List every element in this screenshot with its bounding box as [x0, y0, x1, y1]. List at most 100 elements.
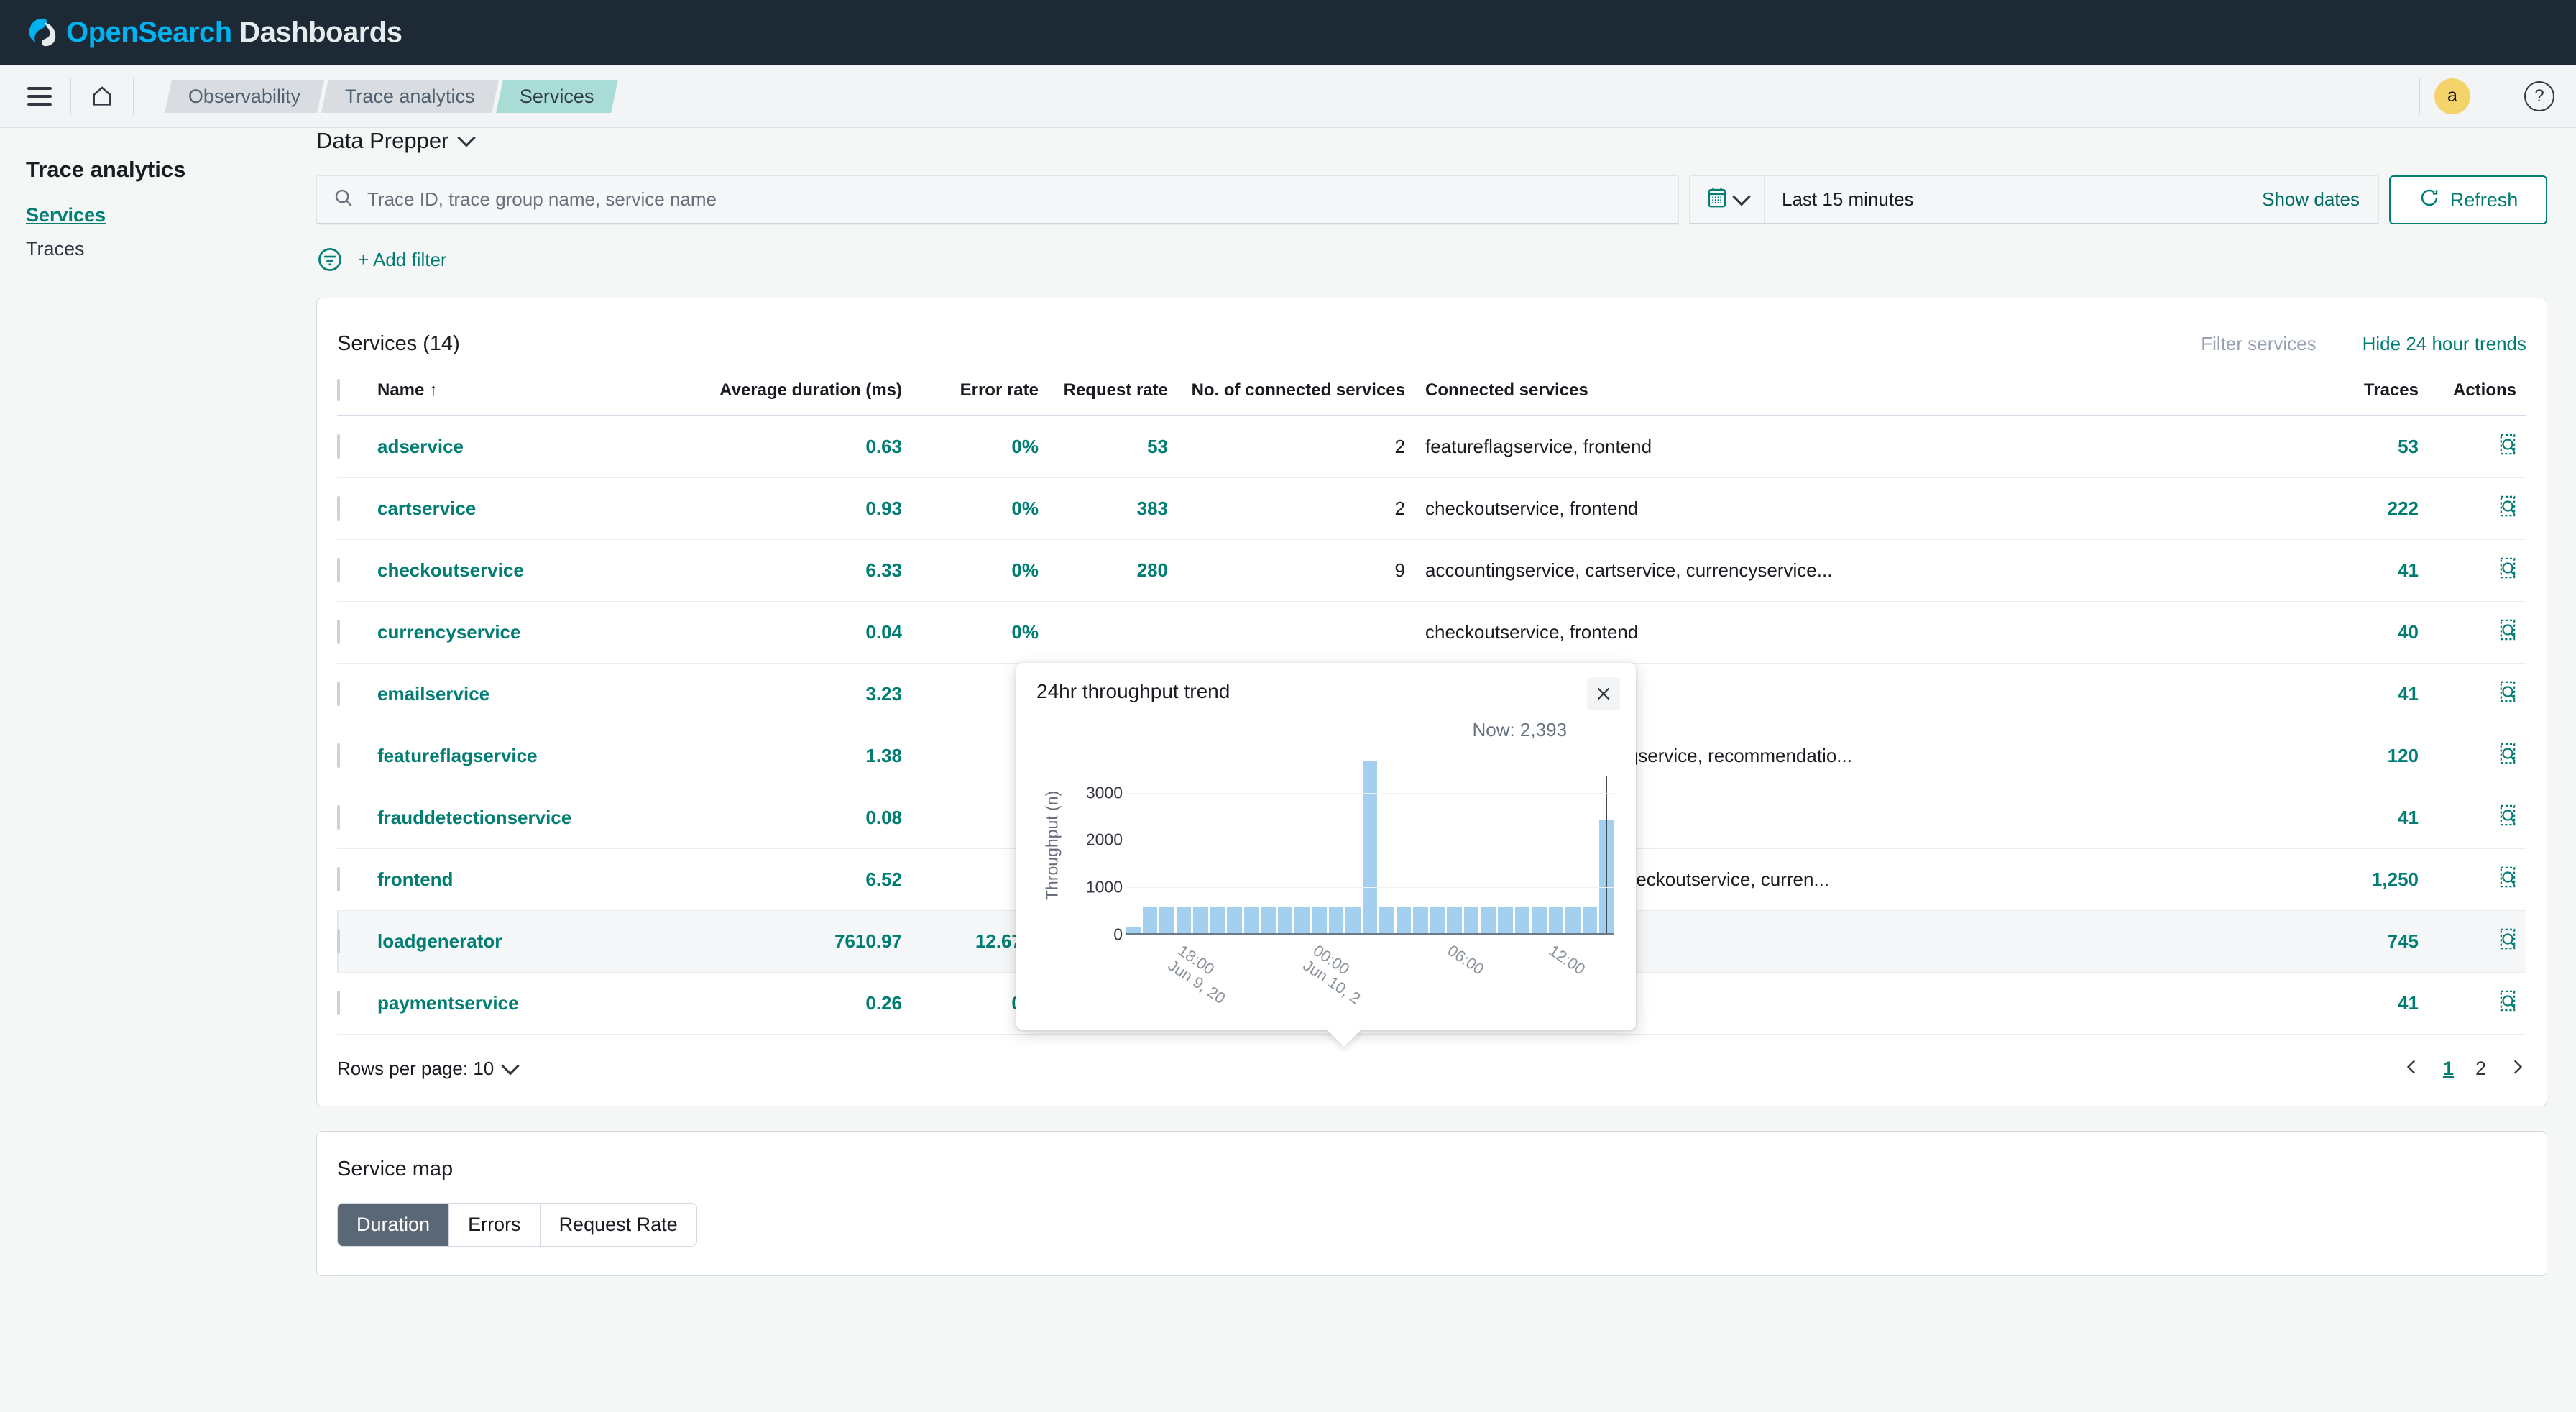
cell-average-duration: 3.23 [686, 663, 902, 725]
inspect-traces-icon[interactable] [2496, 432, 2519, 462]
service-link[interactable]: featureflagservice [377, 745, 538, 766]
row-checkbox[interactable] [337, 867, 340, 891]
column-header-request-rate[interactable]: Request rate [1039, 367, 1168, 416]
row-select-cell [337, 477, 377, 540]
chart-bar [1481, 907, 1496, 933]
refresh-button[interactable]: Refresh [2389, 175, 2547, 224]
service-link[interactable]: loadgenerator [377, 930, 502, 952]
cell-average-duration: 6.52 [686, 848, 902, 911]
page-button-2[interactable]: 2 [2475, 1058, 2486, 1080]
inspect-traces-icon[interactable] [2496, 618, 2519, 647]
row-checkbox[interactable] [337, 682, 340, 706]
row-checkbox[interactable] [337, 805, 340, 830]
column-header-name[interactable]: Name ↑ [377, 367, 686, 416]
chart-bar [1532, 907, 1547, 933]
page-button-1[interactable]: 1 [2443, 1058, 2454, 1080]
inspect-traces-icon[interactable] [2496, 989, 2519, 1018]
inspect-traces-icon[interactable] [2496, 556, 2519, 585]
service-link[interactable]: checkoutservice [377, 559, 524, 581]
select-all-checkbox[interactable] [337, 379, 340, 401]
chart-bar [1463, 907, 1479, 933]
chart-bar [1362, 760, 1378, 933]
chart-bar [1294, 907, 1310, 933]
show-dates-button[interactable]: Show dates [2262, 188, 2378, 211]
search-input[interactable]: Trace ID, trace group name, service name [316, 175, 1679, 224]
row-checkbox[interactable] [337, 496, 340, 521]
row-checkbox[interactable] [337, 620, 340, 644]
inspect-traces-icon[interactable] [2496, 927, 2519, 956]
hide-24-hour-trends-button[interactable]: Hide 24 hour trends [2363, 333, 2526, 355]
now-value-annotation: Now: 2,393 [1472, 719, 1567, 741]
table-row[interactable]: checkoutservice 6.33 0% 280 9 accountingservi… [337, 539, 2526, 602]
service-link[interactable]: adservice [377, 436, 464, 457]
service-link[interactable]: emailservice [377, 683, 489, 705]
row-checkbox[interactable] [337, 434, 340, 459]
sidebar-item-services[interactable]: Services [26, 204, 302, 226]
column-header-average-duration[interactable]: Average duration (ms) [686, 367, 902, 416]
filter-icon[interactable] [316, 246, 344, 273]
filter-services-input[interactable]: Filter services [2201, 333, 2316, 355]
cell-actions [2419, 477, 2526, 540]
home-icon[interactable] [86, 80, 119, 113]
table-row[interactable]: cartservice 0.93 0% 383 2 checkoutservice, fr… [337, 477, 2526, 540]
calendar-chevron-down-icon [1731, 187, 1751, 206]
breadcrumb-item-trace-analytics[interactable]: Trace analytics [321, 79, 499, 113]
cell-name: checkoutservice [377, 539, 686, 602]
inspect-traces-icon[interactable] [2496, 865, 2519, 894]
cell-average-duration: 0.26 [686, 972, 902, 1035]
close-icon[interactable] [1587, 677, 1620, 710]
row-select-cell [337, 910, 377, 973]
date-range-value[interactable]: Last 15 minutes [1765, 188, 2262, 211]
row-checkbox[interactable] [337, 991, 340, 1015]
row-checkbox[interactable] [337, 558, 340, 582]
row-checkbox[interactable] [337, 743, 340, 768]
y-axis-tick: 1000 [1085, 877, 1123, 897]
service-link[interactable]: cartservice [377, 498, 476, 519]
table-row[interactable]: adservice 0.63 0% 53 2 featureflagservice, fr… [337, 416, 2526, 478]
column-header-traces[interactable]: Traces [2282, 367, 2419, 416]
column-header-no-of-connected-services[interactable]: No. of connected services [1168, 367, 1405, 416]
breadcrumb-item-observability[interactable]: Observability [165, 79, 324, 113]
cell-actions [2419, 725, 2526, 787]
chart-bar [1261, 907, 1276, 933]
nav-right-group: a ? [2405, 77, 2554, 115]
breadcrumb-label-observability: Observability [188, 85, 301, 106]
chart-bar [1582, 907, 1598, 933]
menu-icon[interactable] [23, 80, 56, 113]
inspect-traces-icon[interactable] [2496, 803, 2519, 833]
row-checkbox[interactable] [337, 929, 340, 953]
next-page-button[interactable] [2508, 1056, 2526, 1081]
cell-traces: 41 [2282, 787, 2419, 849]
service-link[interactable]: frauddetectionservice [377, 807, 571, 828]
tab-errors[interactable]: Errors [449, 1204, 540, 1246]
inspect-traces-icon[interactable] [2496, 741, 2519, 771]
x-axis-tick: 12:00 [1545, 941, 1589, 978]
chart-plot-area [1126, 755, 1614, 935]
cell-request-rate: 280 [1039, 539, 1168, 602]
service-link[interactable]: frontend [377, 868, 453, 890]
tab-duration[interactable]: Duration [338, 1204, 450, 1246]
chart-x-axis-ticks: 18:00 Jun 9, 20 00:00 Jun 10, 2 06:00 12:00 [1126, 940, 1614, 1012]
previous-page-button[interactable] [2403, 1056, 2421, 1081]
cell-traces: 745 [2282, 910, 2419, 973]
help-icon[interactable]: ? [2524, 81, 2554, 111]
tab-request-rate[interactable]: Request Rate [540, 1204, 696, 1246]
inspect-traces-icon[interactable] [2496, 494, 2519, 523]
inspect-traces-icon[interactable] [2496, 679, 2519, 709]
service-link[interactable]: paymentservice [377, 992, 519, 1014]
breadcrumb: Observability Trace analytics Services [165, 79, 618, 113]
column-header-error-rate[interactable]: Error rate [902, 367, 1039, 416]
data-source-selector[interactable]: Data Prepper [316, 128, 2547, 154]
breadcrumb-item-services[interactable]: Services [495, 79, 618, 113]
add-filter-button[interactable]: + Add filter [358, 249, 447, 271]
service-link[interactable]: currencyservice [377, 621, 520, 643]
calendar-dropdown-button[interactable] [1690, 176, 1765, 223]
cell-traces: 41 [2282, 663, 2419, 725]
table-row[interactable]: currencyservice 0.04 0% checkoutservice, fr… [337, 601, 2526, 664]
sidebar-item-traces[interactable]: Traces [26, 238, 302, 260]
cell-name: emailservice [377, 663, 686, 725]
rows-per-page-button[interactable]: Rows per page: 10 [337, 1056, 520, 1080]
column-header-connected-services[interactable]: Connected services [1405, 367, 2282, 416]
nav-divider-2 [133, 77, 134, 115]
avatar[interactable]: a [2434, 78, 2470, 114]
